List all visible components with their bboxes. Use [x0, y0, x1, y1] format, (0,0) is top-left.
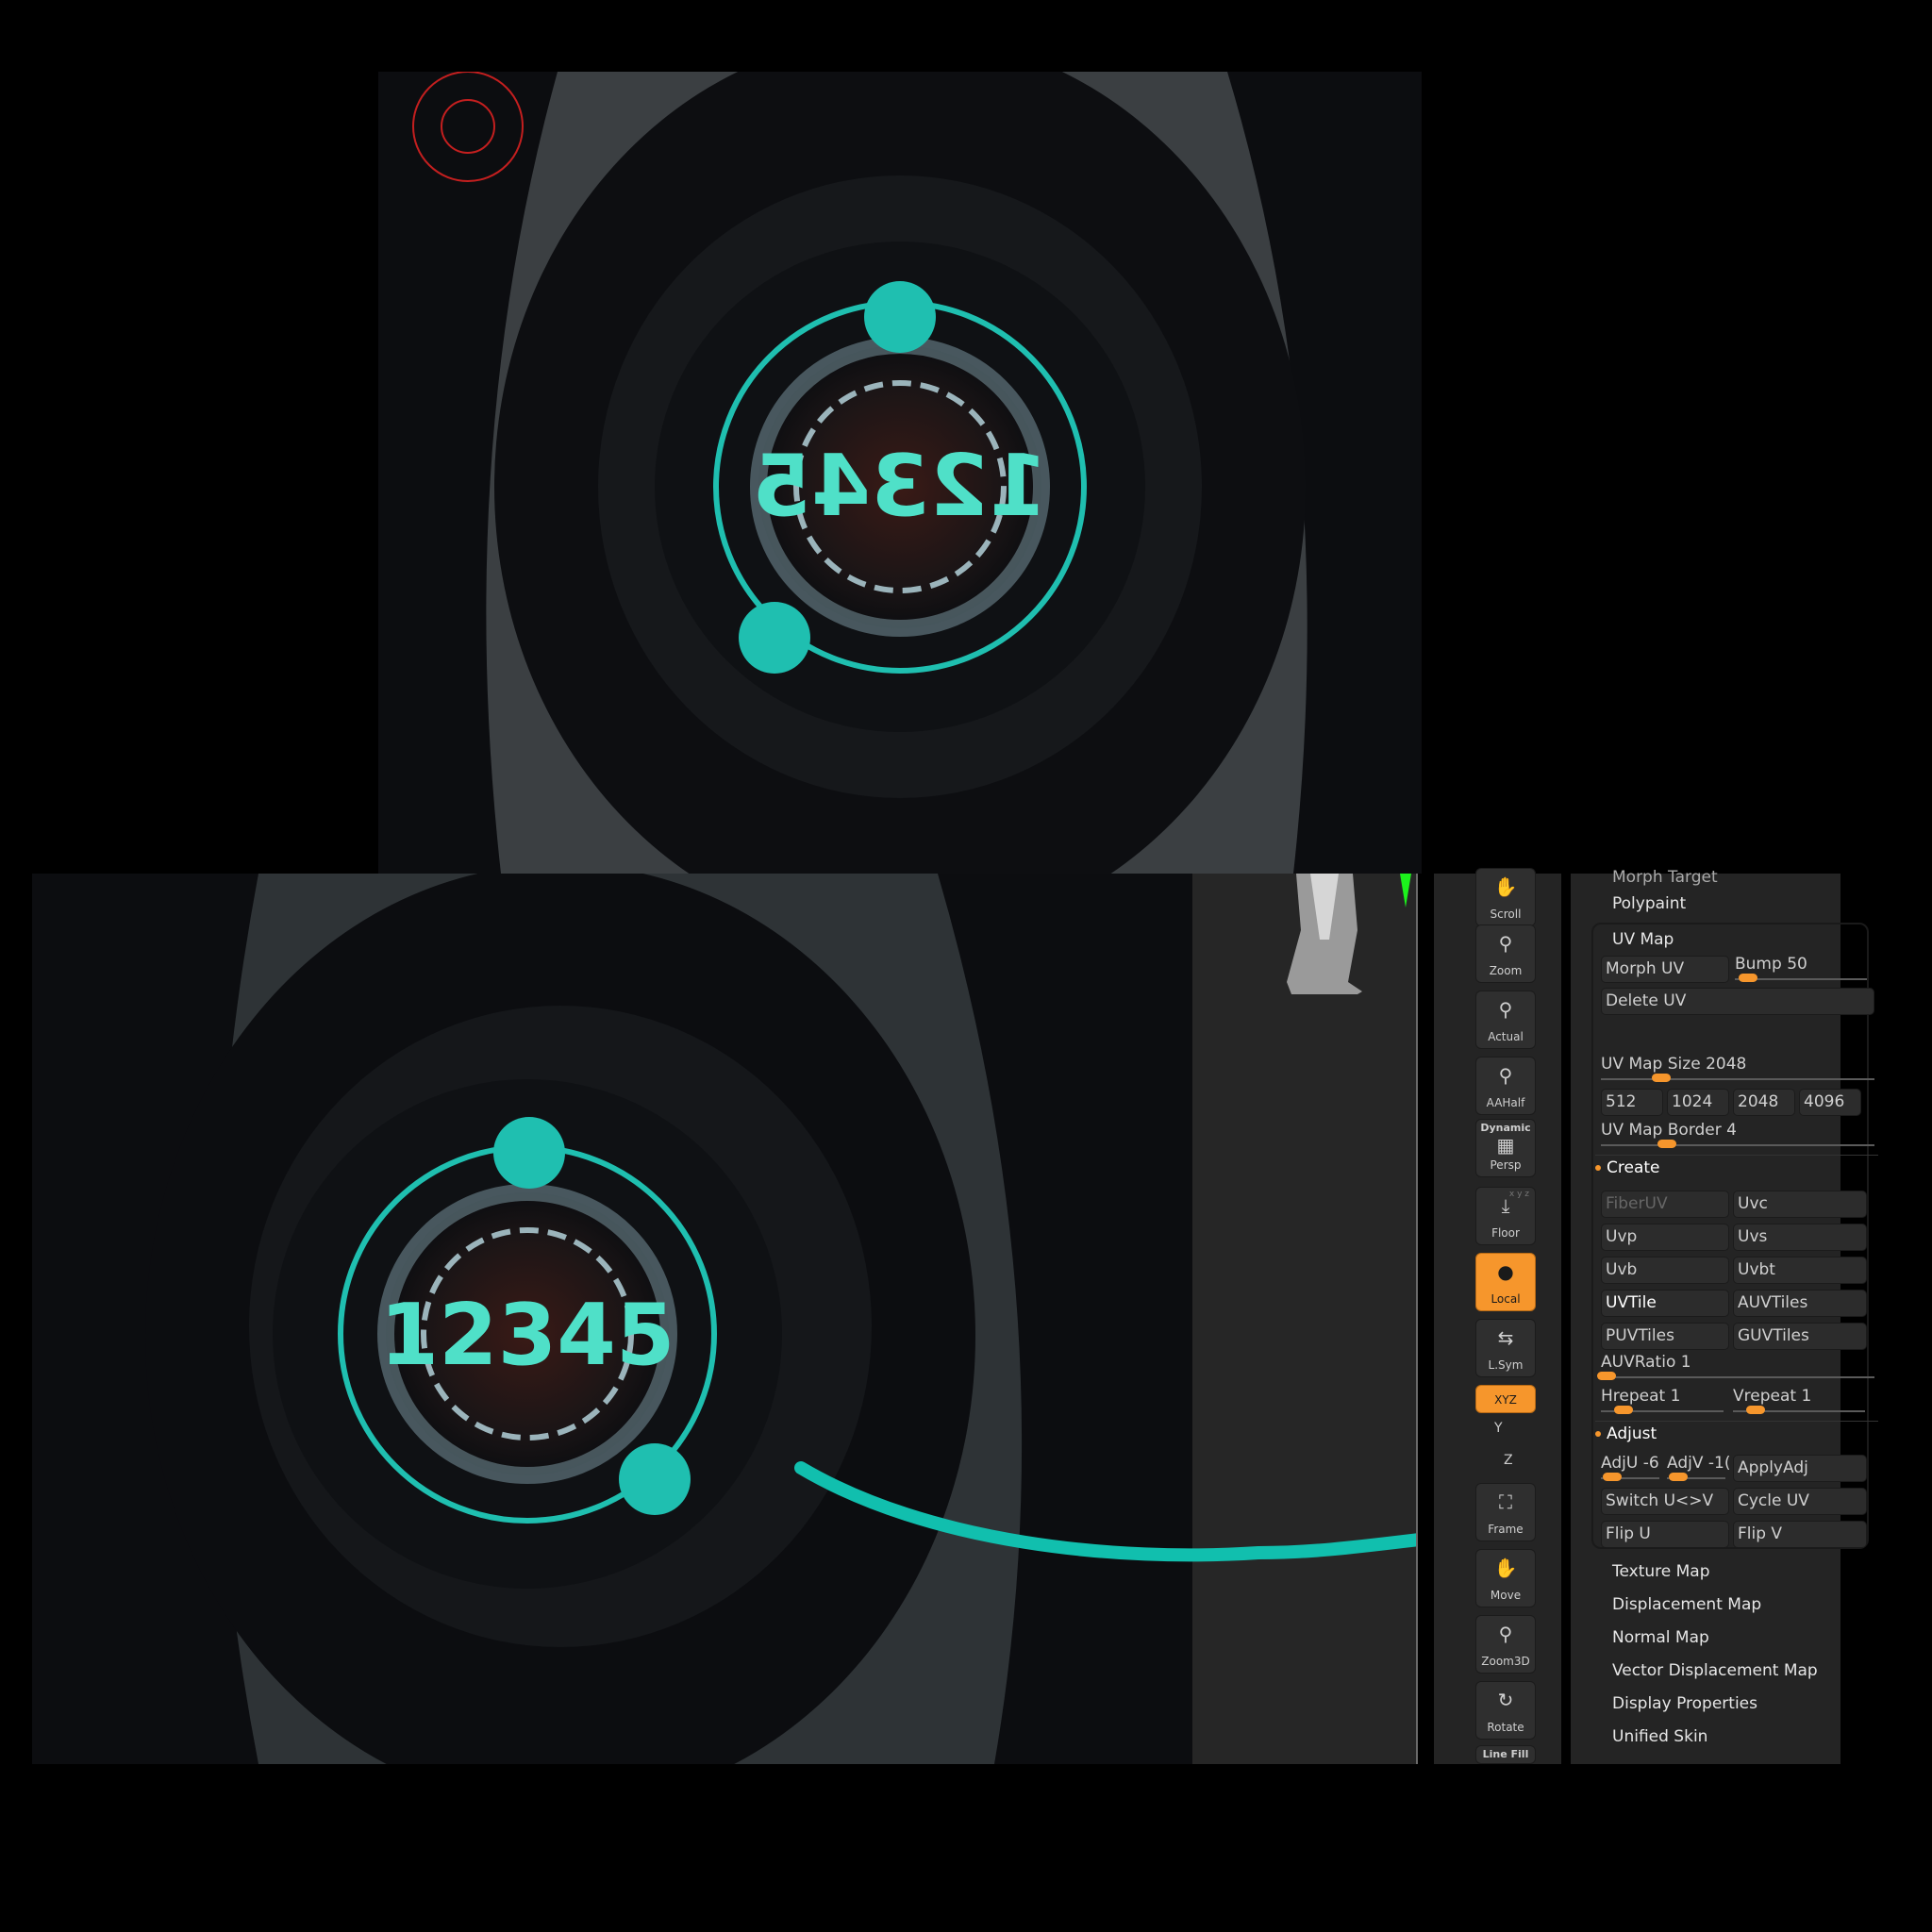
- uv-map-title[interactable]: UV Map: [1612, 930, 1674, 949]
- tool-persp[interactable]: Dynamic ▦ Persp: [1475, 1119, 1536, 1177]
- uv-map-group: UV Map Morph UV Bump 50 Delete UV UV Map…: [1591, 923, 1878, 1549]
- frame-icon: ⛶: [1499, 1491, 1512, 1513]
- rotate-xyz-icon: XYZ: [1494, 1393, 1517, 1407]
- delete-uv-button[interactable]: Delete UV: [1601, 988, 1874, 1015]
- size-512-button[interactable]: 512: [1601, 1089, 1663, 1116]
- cycle-uv-button[interactable]: Cycle UV: [1733, 1488, 1867, 1515]
- bottom-viewport[interactable]: 12345: [32, 874, 1417, 1764]
- vrepeat-slider[interactable]: Vrepeat 1: [1733, 1387, 1867, 1414]
- auvratio-slider[interactable]: AUVRatio 1: [1597, 1353, 1874, 1380]
- lsym-arrows-icon: ⇆: [1497, 1326, 1514, 1349]
- perspective-grid-icon: ▦: [1496, 1134, 1515, 1157]
- section-dot-icon: [1595, 1431, 1601, 1437]
- uvs-button[interactable]: Uvs: [1733, 1224, 1867, 1251]
- viewport-divider: [1416, 874, 1418, 1764]
- hrepeat-slider[interactable]: Hrepeat 1: [1601, 1387, 1729, 1414]
- tool-rotate-y[interactable]: Y: [1494, 1421, 1503, 1436]
- hud-node-bottom-left: [739, 602, 810, 674]
- tool-zoom[interactable]: ⚲ Zoom: [1475, 924, 1536, 983]
- create-section-header[interactable]: Create: [1595, 1158, 1660, 1177]
- floor-icon: ⤓: [1501, 1194, 1510, 1217]
- tool-scroll[interactable]: ✋ Scroll: [1475, 868, 1536, 926]
- top-viewport[interactable]: 12345: [378, 72, 1422, 874]
- switch-uv-button[interactable]: Switch U<>V: [1601, 1488, 1729, 1515]
- guvtiles-button[interactable]: GUVTiles: [1733, 1323, 1867, 1350]
- section-dot-icon: [1595, 1165, 1601, 1171]
- zoom-magnifier-icon: ⚲: [1498, 932, 1513, 955]
- menu-displacement-map[interactable]: Displacement Map: [1612, 1595, 1761, 1614]
- morph-uv-button[interactable]: Morph UV: [1601, 956, 1729, 983]
- aahalf-icon: ⚲: [1498, 1064, 1513, 1087]
- uvb-button[interactable]: Uvb: [1601, 1257, 1729, 1284]
- adjust-section-header[interactable]: Adjust: [1595, 1424, 1657, 1443]
- bottom-viewport-canvas: 12345: [32, 874, 1417, 1764]
- adju-slider[interactable]: AdjU -6: [1601, 1454, 1663, 1481]
- tool-rotate-z[interactable]: Z: [1504, 1453, 1513, 1468]
- tool-local[interactable]: ● Local: [1475, 1253, 1536, 1311]
- menu-unified-skin[interactable]: Unified Skin: [1612, 1727, 1707, 1746]
- uv-map-border-slider[interactable]: UV Map Border 4: [1601, 1121, 1874, 1148]
- green-marker-icon: [1400, 874, 1411, 908]
- menu-vector-displacement-map[interactable]: Vector Displacement Map: [1612, 1661, 1818, 1680]
- scroll-hand-icon: ✋: [1493, 875, 1518, 898]
- divider: [1595, 1421, 1878, 1422]
- zoom3d-icon: ⚲: [1498, 1623, 1513, 1645]
- flip-v-button[interactable]: Flip V: [1733, 1521, 1867, 1548]
- hud-node-top: [864, 281, 936, 353]
- tool-actual[interactable]: ⚲ Actual: [1475, 991, 1536, 1049]
- tool-rotate-xyz[interactable]: XYZ: [1475, 1385, 1536, 1413]
- uvp-button[interactable]: Uvp: [1601, 1224, 1729, 1251]
- top-hud-number: 12345: [752, 437, 1047, 536]
- hud-node-top: [493, 1117, 565, 1189]
- menu-morph-target[interactable]: Morph Target: [1612, 868, 1718, 887]
- hud-node-bottom-right: [619, 1443, 691, 1515]
- actual-x1-icon: ⚲: [1498, 998, 1513, 1021]
- tool-frame[interactable]: ⛶ Frame: [1475, 1483, 1536, 1541]
- uvbt-button[interactable]: Uvbt: [1733, 1257, 1867, 1284]
- bottom-hud-number: 12345: [379, 1286, 675, 1385]
- tool-line-fill[interactable]: Line Fill: [1475, 1745, 1536, 1764]
- top-viewport-canvas: 12345: [378, 72, 1422, 874]
- uvc-button[interactable]: Uvc: [1733, 1191, 1867, 1218]
- tool-rotate[interactable]: ↻ Rotate: [1475, 1681, 1536, 1740]
- rotate-icon: ↻: [1497, 1689, 1514, 1711]
- flip-u-button[interactable]: Flip U: [1601, 1521, 1729, 1548]
- apply-adj-button[interactable]: ApplyAdj: [1733, 1455, 1867, 1482]
- rotate-y-icon: Y: [1494, 1421, 1503, 1436]
- tool-lsym[interactable]: ⇆ L.Sym: [1475, 1319, 1536, 1377]
- bump-slider[interactable]: Bump 50: [1735, 955, 1867, 982]
- puvtiles-button[interactable]: PUVTiles: [1601, 1323, 1729, 1350]
- size-4096-button[interactable]: 4096: [1799, 1089, 1861, 1116]
- tool-zoom3d[interactable]: ⚲ Zoom3D: [1475, 1615, 1536, 1674]
- menu-display-properties[interactable]: Display Properties: [1612, 1694, 1757, 1713]
- menu-polypaint[interactable]: Polypaint: [1612, 894, 1686, 913]
- divider: [1595, 1155, 1878, 1156]
- adjv-slider[interactable]: AdjV -1(: [1667, 1454, 1729, 1484]
- fiberuv-button[interactable]: FiberUV: [1601, 1191, 1729, 1218]
- local-symmetry-icon: ●: [1497, 1260, 1514, 1283]
- rotate-z-icon: Z: [1504, 1453, 1513, 1468]
- tool-floor[interactable]: x y z ⤓ Floor: [1475, 1187, 1536, 1245]
- tool-aahalf[interactable]: ⚲ AAHalf: [1475, 1057, 1536, 1115]
- size-1024-button[interactable]: 1024: [1667, 1089, 1729, 1116]
- uvtile-button[interactable]: UVTile: [1601, 1290, 1729, 1317]
- menu-texture-map[interactable]: Texture Map: [1612, 1562, 1710, 1581]
- line-fill-icon: Line Fill: [1482, 1748, 1529, 1760]
- uv-map-panel: Morph Target Polypaint UV Map Morph UV B…: [1571, 868, 1878, 1764]
- tool-move[interactable]: ✋ Move: [1475, 1549, 1536, 1607]
- uv-map-size-slider[interactable]: UV Map Size 2048: [1601, 1055, 1874, 1082]
- menu-normal-map[interactable]: Normal Map: [1612, 1628, 1709, 1647]
- size-2048-button[interactable]: 2048: [1733, 1089, 1795, 1116]
- head-gizmo-icon[interactable]: [1287, 874, 1362, 994]
- move-hand-icon: ✋: [1493, 1557, 1518, 1579]
- auvtiles-button[interactable]: AUVTiles: [1733, 1290, 1867, 1317]
